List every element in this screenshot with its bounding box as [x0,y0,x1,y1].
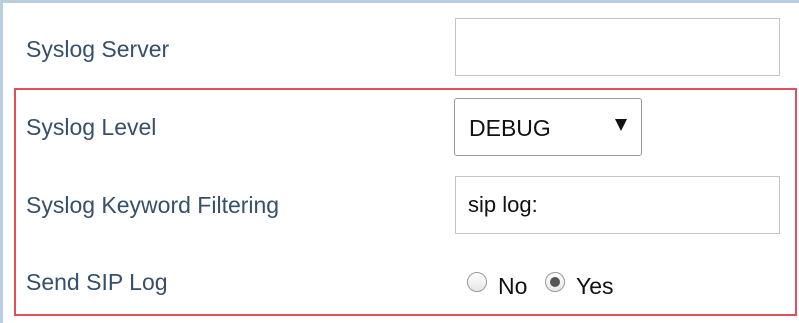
syslog-server-input[interactable] [456,19,779,75]
keyword-filtering-input[interactable] [456,177,779,233]
keyword-filtering-label: Syslog Keyword Filtering [26,192,280,218]
radio-yes[interactable] [545,272,565,292]
panel-top-border [0,0,799,3]
panel-left-border [0,0,3,323]
radio-no-label[interactable]: No [498,273,527,299]
syslog-level-select[interactable]: DEBUG [454,98,642,156]
syslog-level-label: Syslog Level [26,114,157,140]
radio-yes-label[interactable]: Yes [576,273,614,299]
dropdown-arrow-icon [615,119,627,131]
send-sip-log-label: Send SIP Log [26,269,168,295]
radio-no[interactable] [467,272,487,292]
syslog-server-field[interactable] [455,18,780,76]
keyword-filtering-field[interactable] [455,176,780,234]
syslog-server-label: Syslog Server [26,36,170,62]
syslog-level-selected: DEBUG [469,115,551,141]
